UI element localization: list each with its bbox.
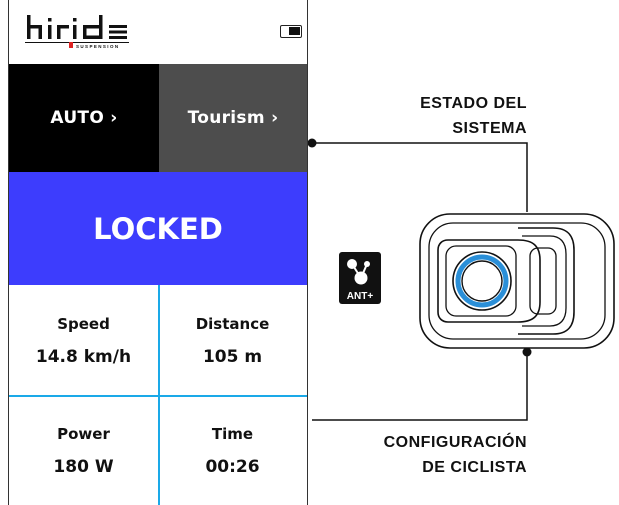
stage: SUSPENSION AUTO › Tourism › LOCKED Speed… xyxy=(0,0,619,505)
metric-time: Time 00:26 xyxy=(158,395,307,505)
callout-line: CONFIGURACIÓN xyxy=(383,434,527,451)
auto-mode-label: AUTO › xyxy=(50,108,118,128)
ant-plus-icon: ANT+ xyxy=(339,252,381,304)
lock-status-label: LOCKED xyxy=(93,211,223,246)
top-bar: SUSPENSION xyxy=(9,0,307,64)
logo-subtext: SUSPENSION xyxy=(76,44,120,49)
metric-distance: Distance 105 m xyxy=(158,285,307,395)
metric-speed: Speed 14.8 km/h xyxy=(9,285,158,395)
battery-icon xyxy=(280,25,302,38)
rider-config-callout: CONFIGURACIÓN DE CICLISTA xyxy=(307,430,527,480)
lock-status-button[interactable]: LOCKED xyxy=(9,172,307,285)
grid-divider-horizontal xyxy=(9,395,307,397)
metric-label: Distance xyxy=(195,315,270,333)
metric-value: 14.8 km/h xyxy=(35,347,132,367)
metric-value: 00:26 xyxy=(205,457,260,477)
tourism-mode-label: Tourism › xyxy=(187,108,279,128)
metric-label: Speed xyxy=(57,315,110,333)
ant-plus-label: ANT+ xyxy=(347,291,374,302)
hiride-logo: SUSPENSION xyxy=(25,15,129,49)
system-state-callout: ESTADO DEL SISTEMA xyxy=(337,91,527,141)
handlebar-remote-device xyxy=(419,213,615,349)
metrics-grid: Speed 14.8 km/h Distance 105 m Power 180… xyxy=(9,285,307,505)
mode-row: AUTO › Tourism › xyxy=(9,64,307,172)
metric-value: 105 m xyxy=(202,347,263,367)
phone-screen: SUSPENSION AUTO › Tourism › LOCKED Speed… xyxy=(8,0,308,505)
tourism-mode-button[interactable]: Tourism › xyxy=(159,64,307,172)
callout-line: ESTADO DEL xyxy=(420,95,527,112)
metric-label: Time xyxy=(211,425,254,443)
callout-line: DE CICLISTA xyxy=(422,459,527,476)
callout-line: SISTEMA xyxy=(452,120,527,137)
metric-label: Power xyxy=(57,425,110,443)
metric-value: 180 W xyxy=(53,457,114,477)
auto-mode-button[interactable]: AUTO › xyxy=(9,64,159,172)
metric-power: Power 180 W xyxy=(9,395,158,505)
